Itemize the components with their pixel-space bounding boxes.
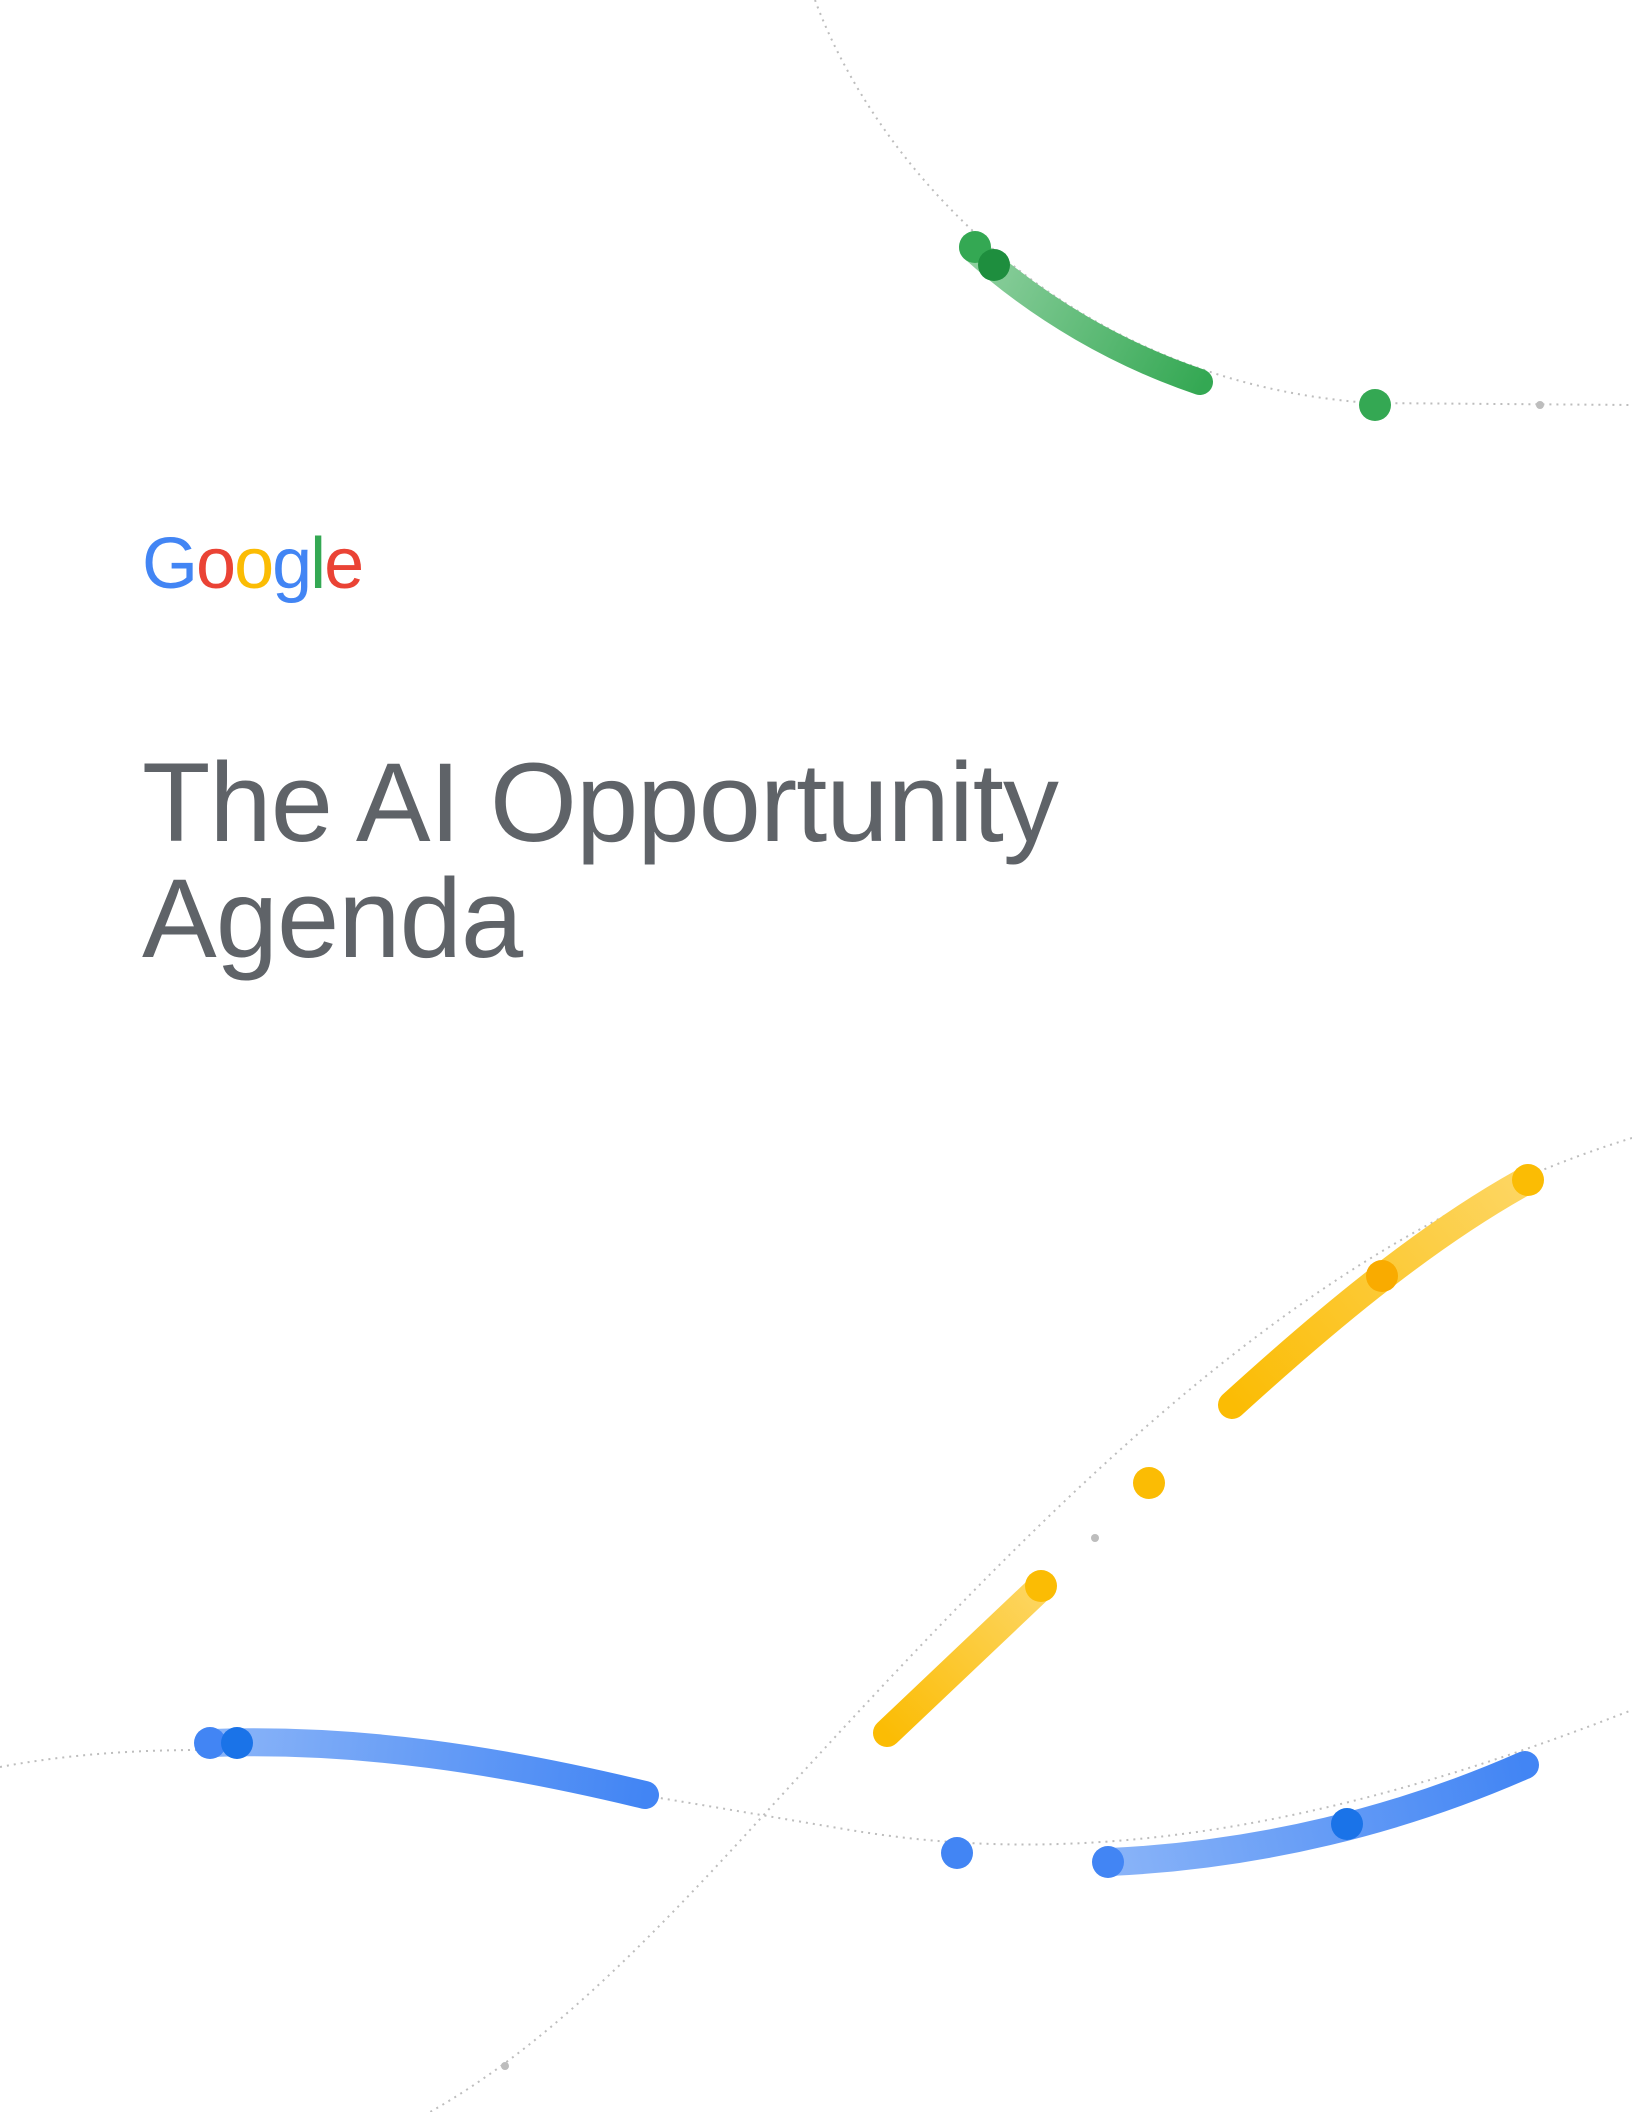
blue-dot-dark — [221, 1727, 253, 1759]
logo-letter: e — [324, 524, 364, 604]
grey-dot — [1536, 401, 1544, 409]
logo-letter: o — [234, 524, 274, 604]
document-title: The AI Opportunity Agenda — [142, 745, 1342, 977]
google-logo: Google — [142, 524, 364, 604]
blue-arc-left — [198, 1728, 659, 1809]
blue-arc-right — [1096, 1751, 1539, 1876]
yellow-dot-dark — [1366, 1260, 1398, 1292]
yellow-dot — [1512, 1164, 1544, 1196]
grey-dot — [1091, 1534, 1099, 1542]
dotted-guide-paths — [0, 0, 1632, 2112]
green-dot-dark — [978, 249, 1010, 281]
blue-dot — [941, 1837, 973, 1869]
logo-letter: g — [272, 524, 312, 604]
blue-dot — [1092, 1846, 1124, 1878]
yellow-arc-bottom — [873, 1574, 1054, 1747]
title-line-2: Agenda — [142, 856, 523, 981]
yellow-dot — [1133, 1467, 1165, 1499]
logo-letter: G — [142, 524, 198, 604]
title-line-1: The AI Opportunity — [142, 740, 1059, 865]
logo-letter: o — [196, 524, 236, 604]
logo-letter: l — [310, 524, 326, 604]
yellow-dot — [1025, 1570, 1057, 1602]
grey-dot — [501, 2062, 509, 2070]
yellow-arc-top — [1218, 1169, 1536, 1419]
blue-dot-dark — [1331, 1808, 1363, 1840]
green-dot — [1359, 389, 1391, 421]
dotted-path-top — [814, 0, 1632, 406]
dotted-path-diagonal — [429, 1137, 1632, 2112]
decorative-arc-graphics — [0, 0, 1632, 2112]
